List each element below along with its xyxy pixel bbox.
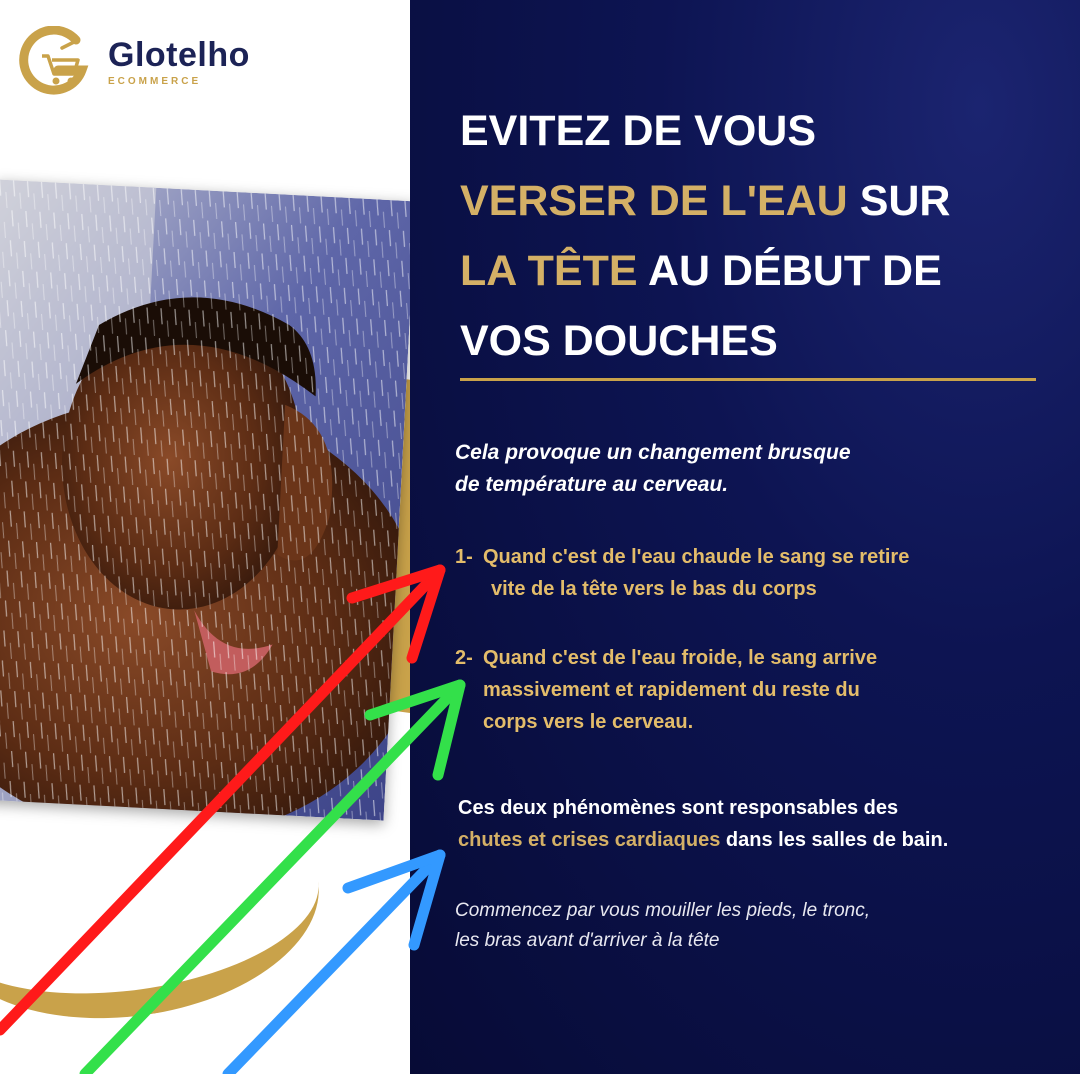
consequence-line-1: Ces deux phénomènes sont responsables de… <box>458 797 899 819</box>
point-line-2: vite de la tête vers le bas du corps <box>491 578 817 600</box>
point-line-1: Quand c'est de l'eau chaude le sang se r… <box>483 546 910 568</box>
headline-line-3-rest: AU DÉBUT DE <box>647 247 942 295</box>
point-hot-water: 1- Quand c'est de l'eau chaude le sang s… <box>455 541 1025 605</box>
advice-text: Commencez par vous mouiller les pieds, l… <box>455 896 1015 956</box>
brand-logo[interactable]: Glotelho ECOMMERCE <box>18 26 250 98</box>
headline-line-2: VERSER DE L'EAU SUR <box>460 166 1060 236</box>
intro-line-2: de température au cerveau. <box>455 473 729 496</box>
intro-text: Cela provoque un changement brusque de t… <box>455 437 975 501</box>
point-number: 1- <box>455 546 473 568</box>
advice-line-1: Commencez par vous mouiller les pieds, l… <box>455 900 871 921</box>
point-number: 2- <box>455 647 473 669</box>
headline-line-4: VOS DOUCHES <box>460 317 778 365</box>
consequence-line-2: chutes et crises cardiaques dans les sal… <box>458 824 1028 856</box>
consequence-highlight: chutes et crises cardiaques <box>458 829 721 851</box>
left-panel: Glotelho ECOMMERCE <box>0 0 410 1074</box>
point-line-1: Quand c'est de l'eau froide, le sang arr… <box>483 647 878 669</box>
cart-logo-icon <box>19 26 89 95</box>
headline-line-3: LA TÊTE AU DÉBUT DE <box>460 236 1060 306</box>
consequence-text: Ces deux phénomènes sont responsables de… <box>458 792 1028 856</box>
headline-highlight-water: VERSER DE L'EAU <box>460 177 848 225</box>
advice-line-2: les bras avant d'arriver à la tête <box>455 930 720 951</box>
brand-name: Glotelho <box>108 35 250 74</box>
brand-tagline: ECOMMERCE <box>108 75 202 87</box>
point-line-2: massivement et rapidement du reste du <box>483 679 860 701</box>
point-line-3: corps vers le cerveau. <box>483 711 694 733</box>
headline-line-1: EVITEZ DE VOUS <box>460 107 817 155</box>
headline: EVITEZ DE VOUS VERSER DE L'EAU SUR LA TÊ… <box>460 96 1060 376</box>
point-cold-water: 2- Quand c'est de l'eau froide, le sang … <box>455 642 1025 738</box>
headline-line-2-rest: SUR <box>859 177 951 225</box>
intro-line-1: Cela provoque un changement brusque <box>455 441 851 464</box>
headline-highlight-head: LA TÊTE <box>460 247 638 295</box>
consequence-rest: dans les salles de bain. <box>725 829 949 851</box>
shower-photo <box>0 179 410 821</box>
gold-divider <box>460 378 1036 381</box>
